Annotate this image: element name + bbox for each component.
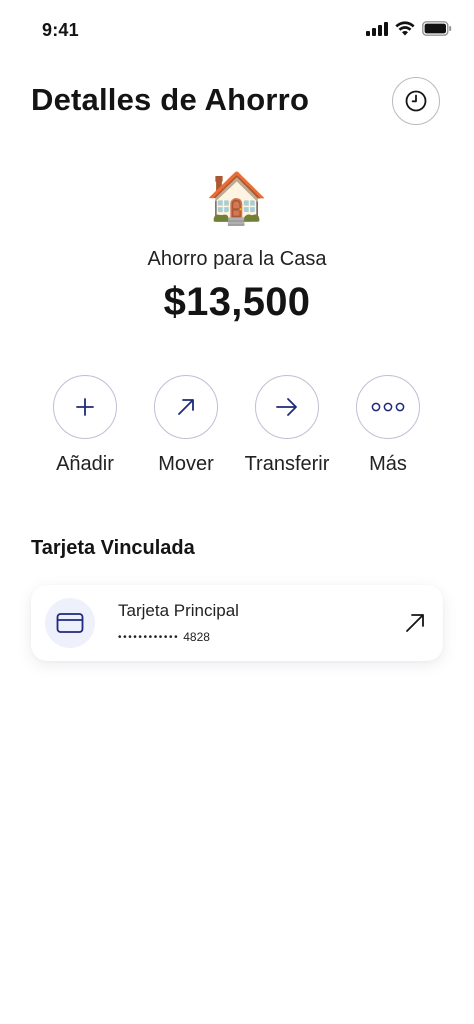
status-bar: 9:41 [0, 0, 474, 60]
action-transfer[interactable]: Transferir [237, 375, 337, 476]
status-time: 9:41 [42, 20, 79, 40]
more-button[interactable] [356, 375, 420, 439]
action-label-add: Añadir [56, 453, 114, 475]
action-add[interactable]: Añadir [35, 375, 135, 476]
card-number: •••••••••••• 4828 [118, 630, 210, 644]
cellular-signal-icon [366, 21, 388, 36]
arrow-right-icon [276, 398, 297, 416]
goal-amount: $13,500 [163, 280, 311, 324]
history-button[interactable] [392, 77, 440, 125]
card-icon-container [45, 598, 95, 648]
transfer-button[interactable] [255, 375, 319, 439]
linked-card-item[interactable]: Tarjeta Principal •••••••••••• 4828 [31, 585, 443, 661]
plus-icon [76, 398, 94, 416]
open-card-button[interactable] [401, 609, 429, 637]
card-name: Tarjeta Principal [118, 601, 239, 620]
clock-icon [405, 90, 427, 112]
house-icon: 🏠 [205, 170, 269, 226]
action-move[interactable]: Mover [136, 375, 236, 476]
battery-icon [422, 21, 452, 36]
page-title: Detalles de Ahorro [31, 82, 310, 117]
wifi-icon [395, 21, 415, 36]
section-title-linked-card: Tarjeta Vinculada [31, 537, 195, 559]
status-icons [366, 21, 452, 36]
more-dots-icon [371, 402, 405, 412]
add-button[interactable] [53, 375, 117, 439]
move-button[interactable] [154, 375, 218, 439]
goal-name: Ahorro para la Casa [147, 248, 327, 270]
card-mask: •••••••••••• [118, 631, 180, 643]
card-last4: 4828 [183, 630, 210, 644]
arrow-up-right-icon [406, 614, 424, 632]
action-label-move: Mover [158, 453, 214, 475]
action-more[interactable]: Más [338, 375, 438, 476]
action-label-transfer: Transferir [244, 453, 330, 475]
arrow-up-right-icon [178, 399, 194, 415]
credit-card-icon [56, 613, 84, 633]
action-label-more: Más [369, 453, 407, 475]
